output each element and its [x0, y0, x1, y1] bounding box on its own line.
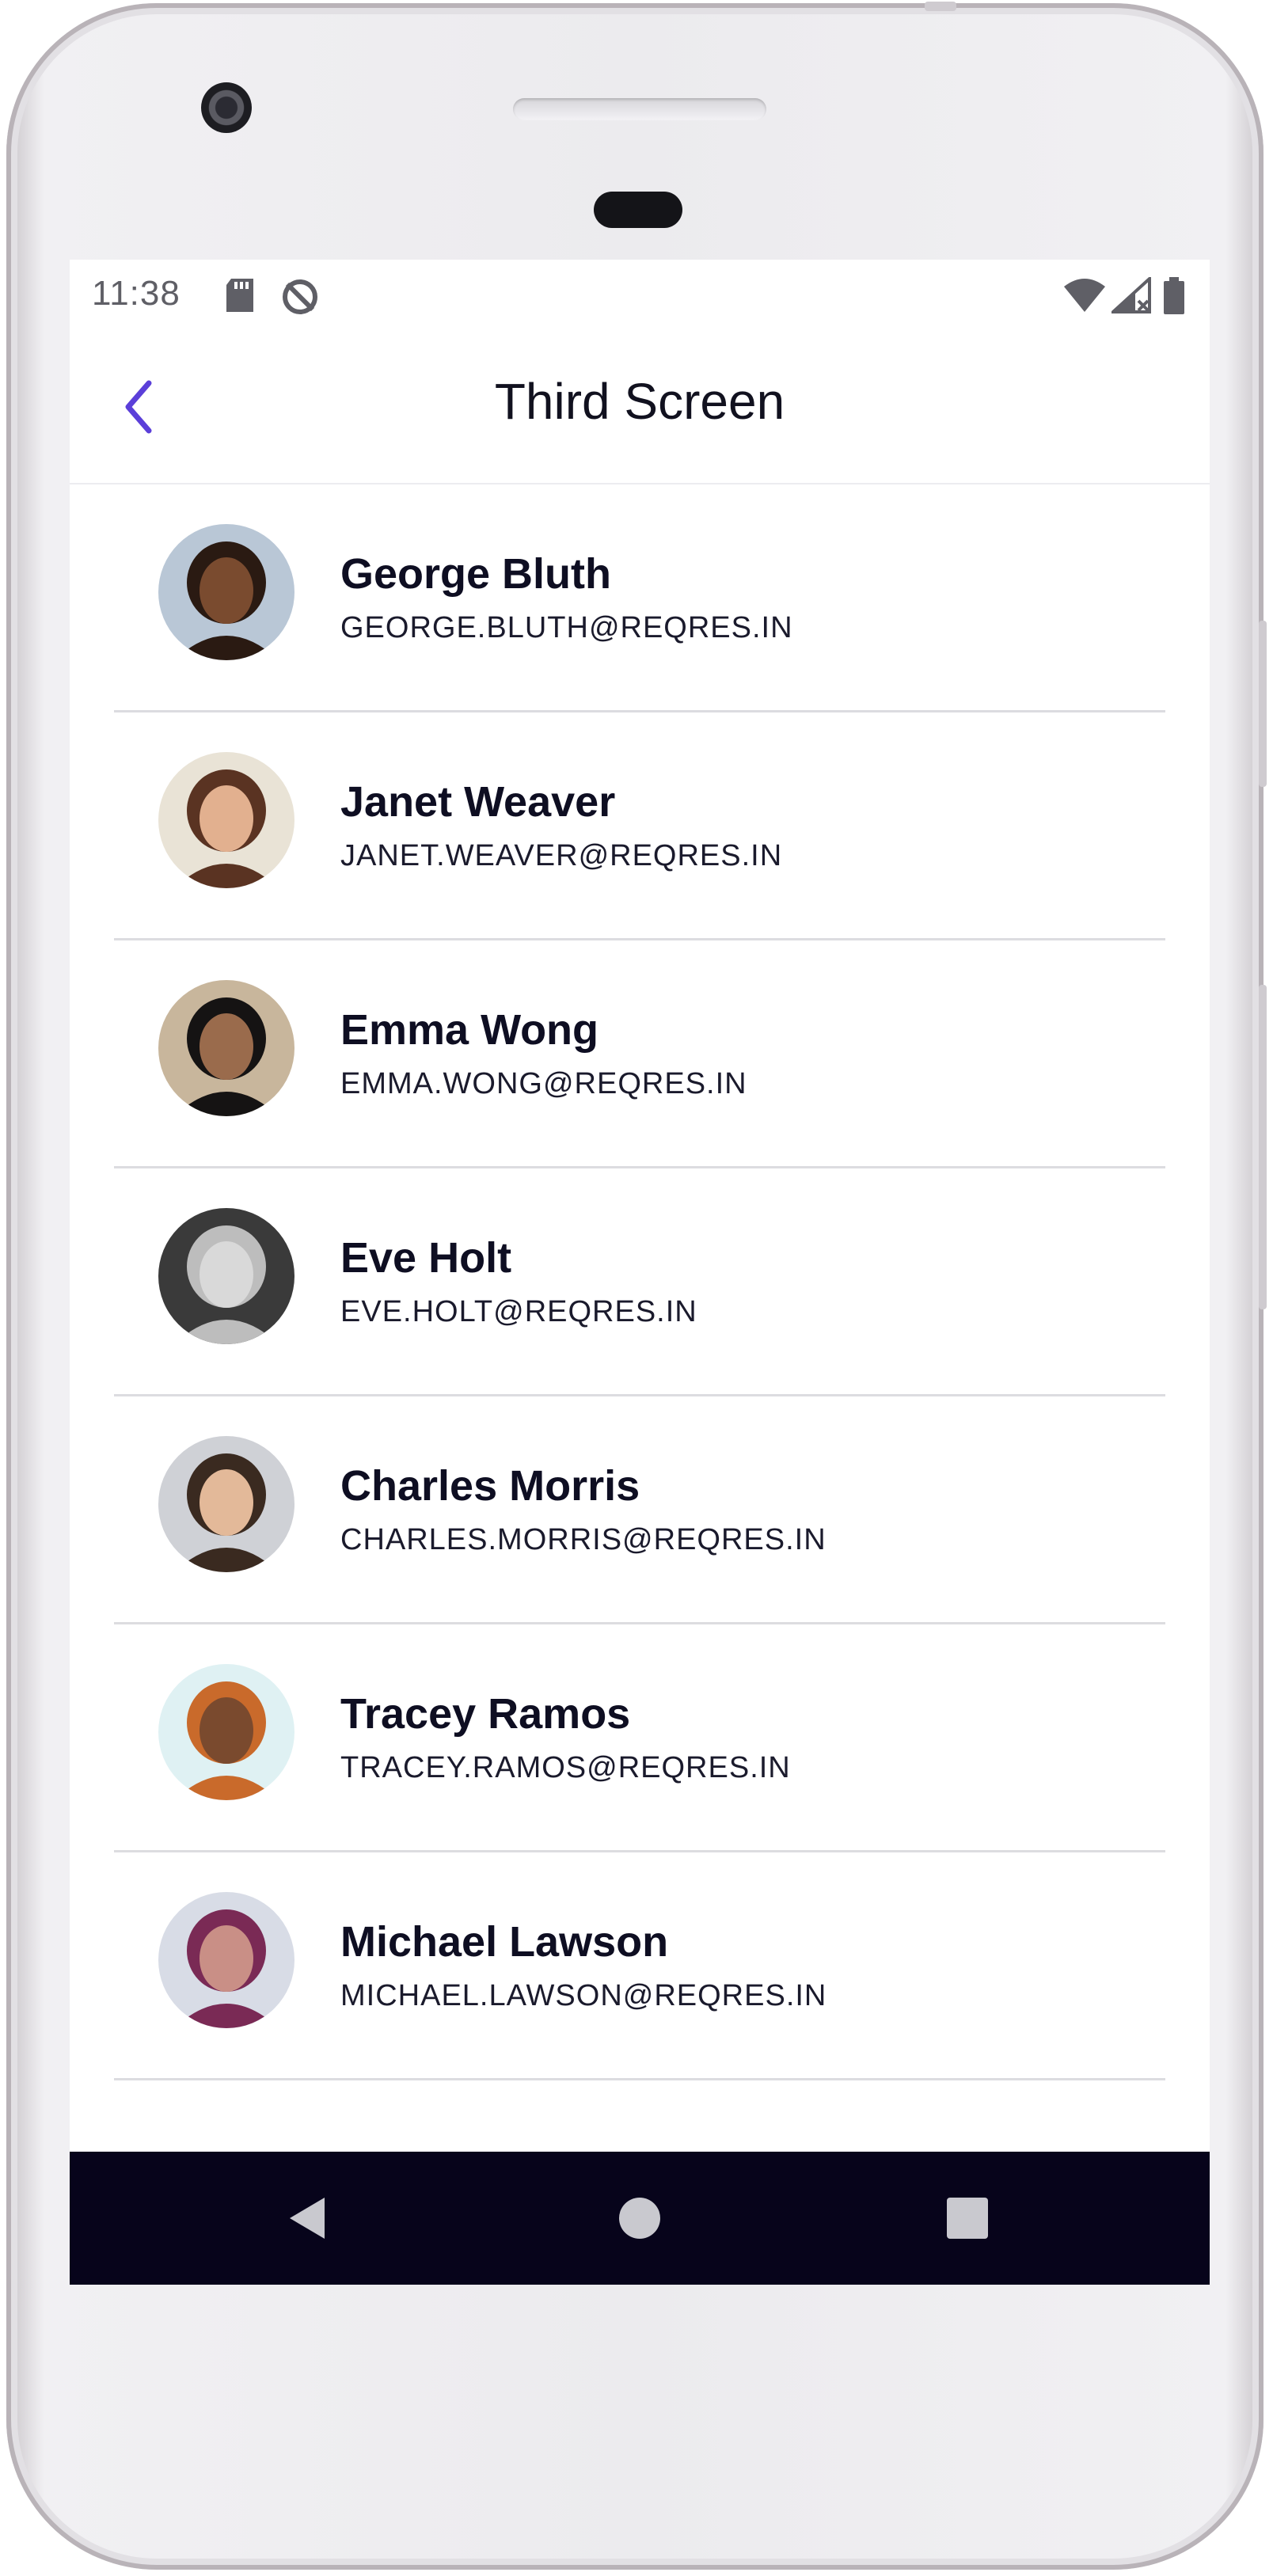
user-name: Emma Wong [340, 1006, 599, 1054]
wifi-icon [1064, 279, 1105, 312]
avatar [158, 1208, 294, 1344]
user-list-item[interactable]: Eve Holt EVE.HOLT@REQRES.IN [114, 1168, 1165, 1396]
user-list-item[interactable]: Janet Weaver JANET.WEAVER@REQRES.IN [114, 712, 1165, 940]
phone-frame: 11:38 Third Screen George Bluth GEORGE.B… [6, 2, 1267, 2570]
user-email: JANET.WEAVER@REQRES.IN [340, 839, 783, 872]
user-email: CHARLES.MORRIS@REQRES.IN [340, 1523, 826, 1556]
user-list: George Bluth GEORGE.BLUTH@REQRES.IN Jane… [70, 484, 1210, 2095]
user-list-item[interactable]: Michael Lawson MICHAEL.LAWSON@REQRES.IN [114, 1852, 1165, 2080]
user-email: GEORGE.BLUTH@REQRES.IN [340, 611, 793, 644]
user-email: EMMA.WONG@REQRES.IN [340, 1067, 747, 1100]
avatar [158, 1436, 294, 1572]
user-email: EVE.HOLT@REQRES.IN [340, 1295, 697, 1328]
screen: 11:38 Third Screen George Bluth GEORGE.B… [70, 260, 1210, 2285]
triangle-back-icon[interactable] [283, 2193, 334, 2244]
top-button [925, 2, 956, 11]
avatar [158, 1892, 294, 2028]
sync-disabled-icon [283, 279, 317, 314]
navigation-bar [70, 2152, 1210, 2285]
square-recents-icon[interactable] [942, 2193, 993, 2244]
sd-card-icon [226, 279, 253, 312]
proximity-sensor [594, 192, 682, 228]
user-list-item[interactable] [114, 2080, 1165, 2095]
power-button [1259, 985, 1267, 1309]
user-email: MICHAEL.LAWSON@REQRES.IN [340, 1979, 827, 2012]
status-time: 11:38 [92, 274, 180, 313]
user-email: TRACEY.RAMOS@REQRES.IN [340, 1751, 791, 1784]
avatar [158, 1664, 294, 1800]
avatar [158, 524, 294, 660]
user-name: George Bluth [340, 550, 612, 598]
circle-home-icon[interactable] [614, 2193, 665, 2244]
user-name: Tracey Ramos [340, 1690, 631, 1738]
avatar [158, 980, 294, 1116]
user-list-item[interactable]: George Bluth GEORGE.BLUTH@REQRES.IN [114, 484, 1165, 712]
signal-icon [1112, 277, 1151, 313]
user-name: Charles Morris [340, 1462, 640, 1510]
volume-button [1259, 621, 1267, 787]
user-list-item[interactable]: Charles Morris CHARLES.MORRIS@REQRES.IN [114, 1396, 1165, 1624]
status-bar: 11:38 [70, 260, 1210, 331]
user-name: Eve Holt [340, 1234, 512, 1282]
battery-icon [1164, 277, 1184, 314]
user-name: Janet Weaver [340, 778, 616, 826]
user-name: Michael Lawson [340, 1918, 669, 1966]
app-bar: Third Screen [70, 331, 1210, 484]
user-list-item[interactable]: Emma Wong EMMA.WONG@REQRES.IN [114, 940, 1165, 1168]
avatar [158, 752, 294, 888]
user-list-item[interactable]: Tracey Ramos TRACEY.RAMOS@REQRES.IN [114, 1624, 1165, 1852]
front-camera [201, 82, 252, 133]
earpiece-speaker [513, 98, 766, 120]
page-title: Third Screen [494, 373, 785, 430]
